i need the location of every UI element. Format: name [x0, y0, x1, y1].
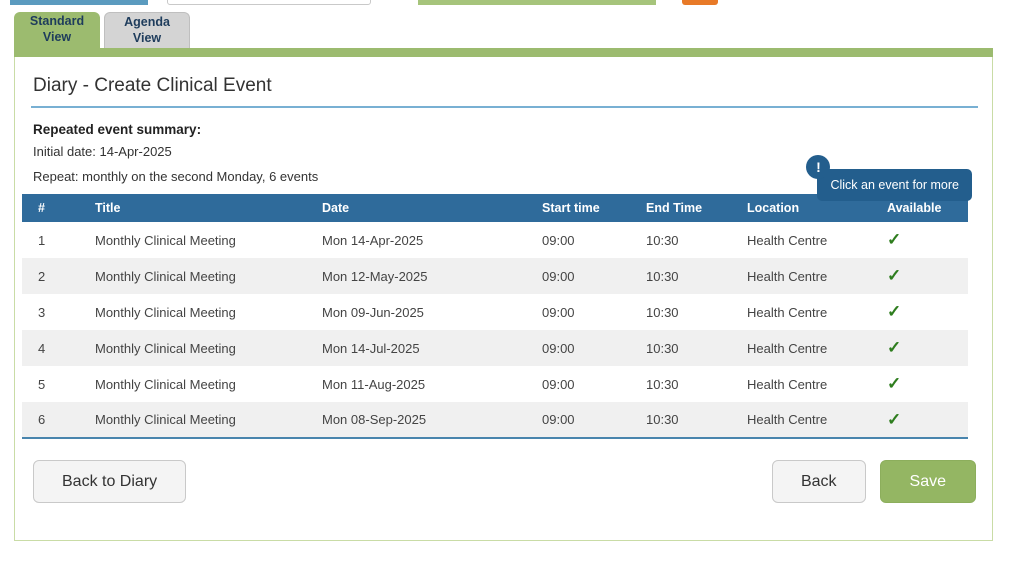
tab-bar-divider — [14, 48, 993, 57]
back-button[interactable]: Back — [772, 460, 866, 503]
cell-title: Monthly Clinical Meeting — [79, 402, 306, 438]
event-row-4[interactable]: 4 Monthly Clinical Meeting Mon 14-Jul-20… — [22, 330, 968, 366]
tab-agenda-view[interactable]: Agenda View — [104, 12, 190, 48]
event-row-5[interactable]: 5 Monthly Clinical Meeting Mon 11-Aug-20… — [22, 366, 968, 402]
cell-end-time: 10:30 — [630, 258, 731, 294]
cell-location: Health Centre — [731, 294, 871, 330]
cell-date: Mon 12-May-2025 — [306, 258, 526, 294]
tab-standard-view[interactable]: Standard View — [14, 12, 100, 48]
cell-location: Health Centre — [731, 330, 871, 366]
main-panel: Diary - Create Clinical Event Repeated e… — [14, 57, 993, 541]
back-to-diary-button[interactable]: Back to Diary — [33, 460, 186, 503]
check-icon: ✓ — [887, 230, 901, 249]
header-end-time: End Time — [630, 194, 731, 222]
cell-title: Monthly Clinical Meeting — [79, 258, 306, 294]
cell-end-time: 10:30 — [630, 294, 731, 330]
cell-available: ✓ — [871, 402, 968, 438]
view-tabs: Standard View Agenda View — [14, 12, 190, 48]
check-icon: ✓ — [887, 338, 901, 357]
tab-standard-view-label: Standard View — [25, 14, 89, 45]
cell-available: ✓ — [871, 294, 968, 330]
event-hint-callout: ! Click an event for more — [817, 169, 972, 201]
cell-start-time: 09:00 — [526, 366, 630, 402]
cell-start-time: 09:00 — [526, 222, 630, 258]
cell-available: ✓ — [871, 222, 968, 258]
event-row-2[interactable]: 2 Monthly Clinical Meeting Mon 12-May-20… — [22, 258, 968, 294]
cell-num: 2 — [22, 258, 79, 294]
event-row-3[interactable]: 3 Monthly Clinical Meeting Mon 09-Jun-20… — [22, 294, 968, 330]
cell-date: Mon 14-Apr-2025 — [306, 222, 526, 258]
cell-location: Health Centre — [731, 366, 871, 402]
check-icon: ✓ — [887, 302, 901, 321]
check-icon: ✓ — [887, 410, 901, 429]
cell-start-time: 09:00 — [526, 294, 630, 330]
cell-title: Monthly Clinical Meeting — [79, 366, 306, 402]
repeated-events-table: # Title Date Start time End Time Locatio… — [22, 194, 968, 439]
top-cropped-orange-button[interactable] — [682, 0, 718, 5]
summary-initial-date: Initial date: 14-Apr-2025 — [33, 144, 978, 159]
header-date: Date — [306, 194, 526, 222]
cell-num: 4 — [22, 330, 79, 366]
cell-date: Mon 08-Sep-2025 — [306, 402, 526, 438]
cell-end-time: 10:30 — [630, 222, 731, 258]
cell-location: Health Centre — [731, 402, 871, 438]
cell-title: Monthly Clinical Meeting — [79, 222, 306, 258]
cell-available: ✓ — [871, 330, 968, 366]
cell-title: Monthly Clinical Meeting — [79, 330, 306, 366]
cell-num: 3 — [22, 294, 79, 330]
diary-create-event-page: Standard View Agenda View Diary - Create… — [0, 0, 1024, 575]
event-row-6[interactable]: 6 Monthly Clinical Meeting Mon 08-Sep-20… — [22, 402, 968, 438]
cell-location: Health Centre — [731, 222, 871, 258]
top-cropped-green-button[interactable] — [418, 0, 656, 5]
cell-start-time: 09:00 — [526, 258, 630, 294]
cell-num: 5 — [22, 366, 79, 402]
tab-agenda-view-label: Agenda View — [115, 15, 179, 46]
event-hint-label: Click an event for more — [817, 169, 972, 201]
cell-available: ✓ — [871, 258, 968, 294]
cell-num: 1 — [22, 222, 79, 258]
cell-date: Mon 11-Aug-2025 — [306, 366, 526, 402]
check-icon: ✓ — [887, 374, 901, 393]
cell-end-time: 10:30 — [630, 366, 731, 402]
check-icon: ✓ — [887, 266, 901, 285]
cell-start-time: 09:00 — [526, 330, 630, 366]
cell-start-time: 09:00 — [526, 402, 630, 438]
header-number: # — [22, 194, 79, 222]
header-title: Title — [79, 194, 306, 222]
page-title: Diary - Create Clinical Event — [31, 75, 978, 108]
save-button[interactable]: Save — [880, 460, 976, 503]
footer-button-bar: Back to Diary Back Save — [31, 460, 978, 503]
cell-location: Health Centre — [731, 258, 871, 294]
summary-heading: Repeated event summary: — [33, 122, 978, 137]
top-cropped-blue-tab — [10, 0, 148, 5]
header-start-time: Start time — [526, 194, 630, 222]
cell-end-time: 10:30 — [630, 330, 731, 366]
top-cropped-input-field[interactable] — [167, 0, 371, 5]
event-row-1[interactable]: 1 Monthly Clinical Meeting Mon 14-Apr-20… — [22, 222, 968, 258]
cell-date: Mon 14-Jul-2025 — [306, 330, 526, 366]
cell-num: 6 — [22, 402, 79, 438]
cell-date: Mon 09-Jun-2025 — [306, 294, 526, 330]
cell-end-time: 10:30 — [630, 402, 731, 438]
cell-available: ✓ — [871, 366, 968, 402]
cell-title: Monthly Clinical Meeting — [79, 294, 306, 330]
